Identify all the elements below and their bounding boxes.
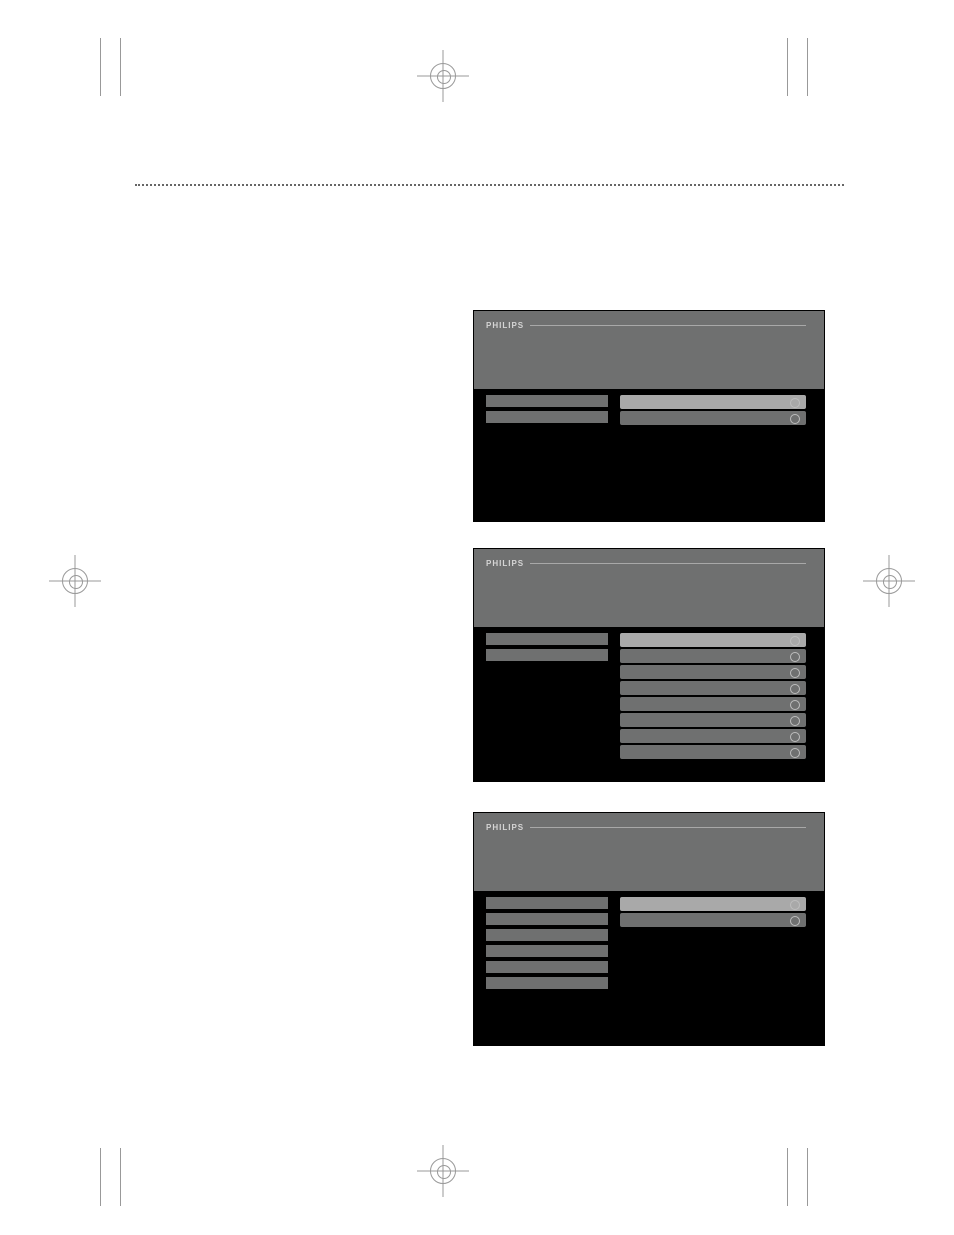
menu-left-row	[486, 411, 608, 423]
menu-right-row	[620, 681, 806, 695]
menu-right-row	[620, 649, 806, 663]
tv-right-column	[620, 395, 806, 427]
radio-icon	[790, 732, 800, 742]
menu-left-row	[486, 913, 608, 925]
menu-left-row	[486, 395, 608, 407]
menu-right-row	[620, 745, 806, 759]
registration-target-icon	[430, 1158, 456, 1184]
menu-left-row	[486, 961, 608, 973]
crop-mark	[807, 38, 808, 96]
menu-left-row	[486, 633, 608, 645]
radio-icon	[790, 414, 800, 424]
tv-header: PHILIPS	[474, 549, 824, 627]
menu-right-row	[620, 665, 806, 679]
brand-label: PHILIPS	[486, 321, 524, 330]
crop-mark	[120, 38, 121, 96]
tv-header: PHILIPS	[474, 311, 824, 389]
menu-right-row	[620, 897, 806, 911]
menu-right-row	[620, 395, 806, 409]
crop-mark	[807, 1148, 808, 1206]
radio-icon	[790, 748, 800, 758]
header-divider	[135, 184, 844, 186]
radio-icon	[790, 398, 800, 408]
tv-header: PHILIPS	[474, 813, 824, 891]
crop-mark	[100, 1148, 101, 1206]
radio-icon	[790, 668, 800, 678]
menu-left-row	[486, 649, 608, 661]
radio-icon	[790, 636, 800, 646]
radio-icon	[790, 900, 800, 910]
tv-body	[474, 627, 824, 781]
menu-left-row	[486, 929, 608, 941]
menu-left-row	[486, 897, 608, 909]
radio-icon	[790, 684, 800, 694]
crop-mark	[787, 1148, 788, 1206]
tv-right-column	[620, 897, 806, 929]
menu-right-row	[620, 729, 806, 743]
radio-icon	[790, 700, 800, 710]
tv-left-column	[486, 395, 608, 427]
tv-body	[474, 891, 824, 1045]
menu-left-row	[486, 977, 608, 989]
tv-body	[474, 389, 824, 521]
registration-target-icon	[430, 63, 456, 89]
crop-mark	[100, 38, 101, 96]
registration-target-icon	[62, 568, 88, 594]
tv-right-column	[620, 633, 806, 761]
menu-right-row	[620, 697, 806, 711]
crop-mark	[787, 38, 788, 96]
brand-label: PHILIPS	[486, 559, 524, 568]
brand-rule	[530, 827, 806, 828]
menu-right-row	[620, 713, 806, 727]
crop-mark	[120, 1148, 121, 1206]
brand-rule	[530, 325, 806, 326]
menu-left-row	[486, 945, 608, 957]
tv-left-column	[486, 897, 608, 993]
radio-icon	[790, 716, 800, 726]
tv-screenshot-3: PHILIPS	[473, 812, 825, 1046]
radio-icon	[790, 652, 800, 662]
registration-target-icon	[876, 568, 902, 594]
brand-label: PHILIPS	[486, 823, 524, 832]
brand-rule	[530, 563, 806, 564]
menu-right-row	[620, 411, 806, 425]
radio-icon	[790, 916, 800, 926]
tv-left-column	[486, 633, 608, 665]
tv-screenshot-1: PHILIPS	[473, 310, 825, 522]
menu-right-row	[620, 913, 806, 927]
menu-right-row	[620, 633, 806, 647]
tv-screenshot-2: PHILIPS	[473, 548, 825, 782]
